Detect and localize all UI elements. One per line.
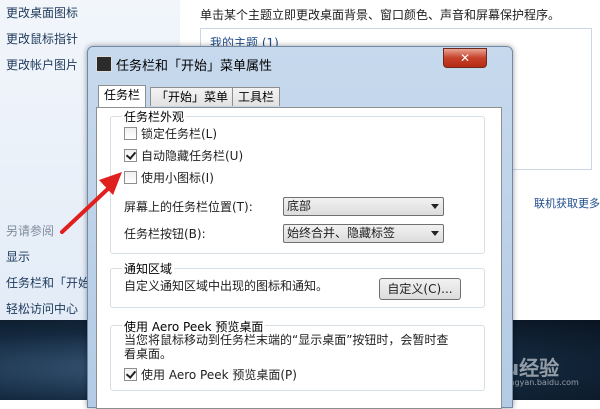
- tab-taskbar[interactable]: 任务栏: [98, 85, 147, 107]
- annotation-arrow-overlay: [60, 172, 122, 234]
- red-arrow-icon: [60, 172, 122, 234]
